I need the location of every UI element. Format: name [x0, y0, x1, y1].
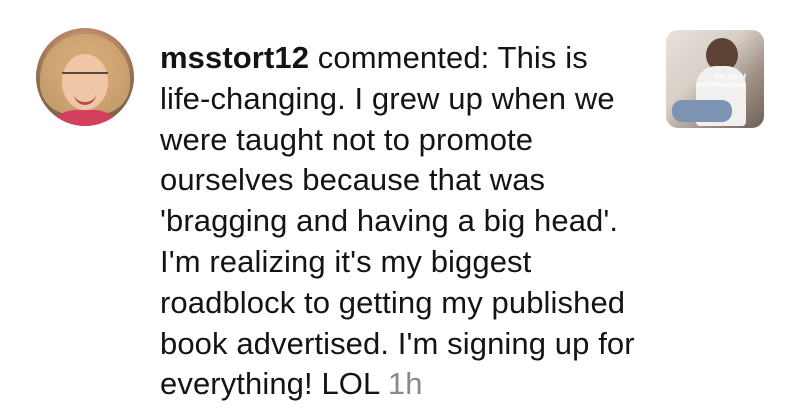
- comment-action: commented:: [309, 40, 498, 75]
- thumbnail-person-legs: [672, 100, 732, 122]
- post-thumbnail[interactable]: The Art of Self-Promotion: [666, 30, 764, 128]
- avatar-glasses: [62, 72, 108, 86]
- thumbnail-title-line2: Self-Promotion: [695, 82, 746, 89]
- thumbnail-title-line1: The Art of: [713, 74, 746, 81]
- comment-timestamp: 1h: [387, 366, 423, 402]
- thumbnail-caption: The Art of Self-Promotion: [666, 74, 764, 90]
- avatar-shirt: [46, 110, 124, 126]
- comment-body: This is life-changing. I grew up when we…: [160, 40, 635, 402]
- commenter-avatar[interactable]: [36, 28, 134, 126]
- comment-notification-text: msstort12 commented: This is life-changi…: [160, 38, 640, 405]
- comment-username[interactable]: msstort12: [160, 40, 309, 75]
